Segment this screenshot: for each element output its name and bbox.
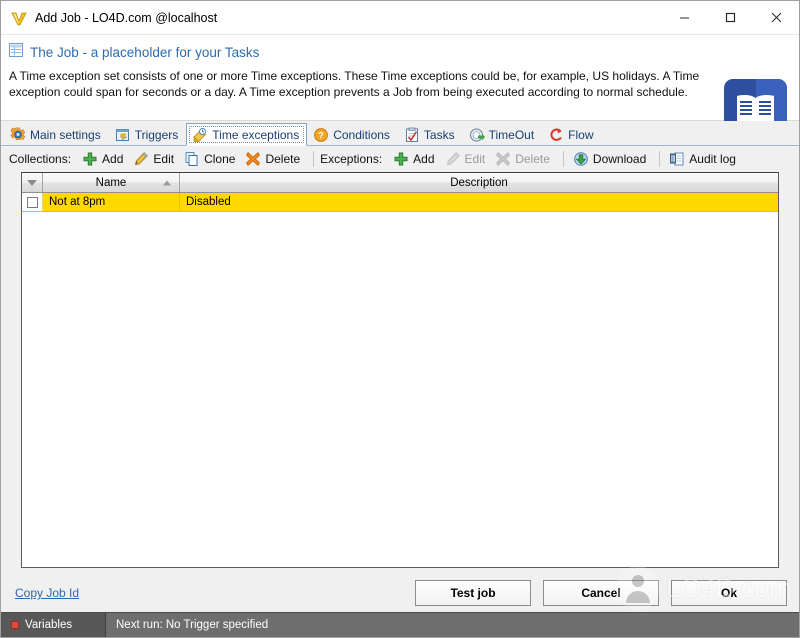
toolbar-separator xyxy=(562,151,564,167)
variables-label: Variables xyxy=(25,619,73,631)
column-label: Name xyxy=(95,176,127,189)
pencil-icon xyxy=(445,151,461,167)
maximize-button[interactable] xyxy=(707,1,753,34)
tab-label: Time exceptions xyxy=(212,127,300,142)
grid-column-filter[interactable] xyxy=(22,173,43,192)
tab-label: Tasks xyxy=(423,128,455,142)
audit-log-icon xyxy=(669,151,685,167)
audit-log-button[interactable]: Audit log xyxy=(666,149,743,169)
delete-x-icon xyxy=(495,151,511,167)
exceptions-grid: Name Description Not at 8pm Disabled xyxy=(21,172,779,568)
exceptions-edit-button[interactable]: Edit xyxy=(442,149,493,169)
grid-table-icon xyxy=(9,43,23,62)
copy-job-id-link[interactable]: Copy Job Id xyxy=(15,586,79,600)
ok-button[interactable]: Ok xyxy=(671,580,787,606)
grid-column-description[interactable]: Description xyxy=(180,173,778,192)
time-exception-icon xyxy=(192,127,208,143)
footer-buttons: Test job Cancel Ok xyxy=(415,580,787,606)
collections-label: Collections: xyxy=(9,152,72,166)
tab-triggers[interactable]: Triggers xyxy=(109,124,187,145)
toolbar-separator xyxy=(313,151,315,167)
tab-label: Main settings xyxy=(30,128,101,142)
close-button[interactable] xyxy=(753,1,799,34)
trigger-icon xyxy=(115,127,131,143)
grid-header-row: Name Description xyxy=(22,173,778,193)
collections-edit-button[interactable]: Edit xyxy=(130,149,181,169)
download-button[interactable]: Download xyxy=(570,149,653,169)
tab-strip: Main settings Triggers Time exceptions ?… xyxy=(1,121,799,146)
tab-flow[interactable]: Flow xyxy=(542,124,601,145)
header-description: A Time exception set consists of one or … xyxy=(9,69,700,99)
row-description-cell: Disabled xyxy=(186,196,231,208)
tab-timeout[interactable]: TimeOut xyxy=(463,124,543,145)
title-bar: Add Job - LO4D.com @localhost xyxy=(1,1,799,35)
toolbar-label: Audit log xyxy=(689,152,736,166)
grid-container: Name Description Not at 8pm Disabled xyxy=(1,172,799,574)
status-bar: Variables Next run: No Trigger specified xyxy=(1,612,799,637)
pencil-icon xyxy=(133,151,149,167)
collections-delete-button[interactable]: Delete xyxy=(242,149,307,169)
v-logo-icon xyxy=(9,8,29,28)
table-row[interactable]: Not at 8pm Disabled xyxy=(22,193,778,212)
filter-icon xyxy=(27,179,37,186)
row-checkbox[interactable] xyxy=(26,196,38,208)
next-run-status: Next run: No Trigger specified xyxy=(116,619,269,631)
header-banner: The Job - a placeholder for your Tasks A… xyxy=(1,35,799,141)
window-controls xyxy=(661,1,799,34)
toolbar-label: Delete xyxy=(515,152,550,166)
tab-time-exceptions[interactable]: Time exceptions xyxy=(186,123,308,146)
svg-text:?: ? xyxy=(318,131,324,141)
tab-main-settings[interactable]: Main settings xyxy=(4,124,109,145)
header-title-row: The Job - a placeholder for your Tasks xyxy=(9,43,789,62)
sort-ascending-icon xyxy=(163,180,171,185)
variables-button[interactable]: Variables xyxy=(1,613,106,637)
gear-icon xyxy=(10,127,26,143)
collections-clone-button[interactable]: Clone xyxy=(181,149,242,169)
row-checkbox-cell[interactable] xyxy=(22,193,43,211)
toolbar-label: Add xyxy=(413,152,435,166)
exceptions-label: Exceptions: xyxy=(320,152,383,166)
clipboard-check-icon xyxy=(404,127,420,143)
column-label: Description xyxy=(450,176,508,189)
download-icon xyxy=(573,151,589,167)
delete-x-icon xyxy=(245,151,261,167)
tab-tasks[interactable]: Tasks xyxy=(398,124,463,145)
toolbar-label: Delete xyxy=(265,152,301,166)
timeout-icon xyxy=(469,127,485,143)
test-job-button[interactable]: Test job xyxy=(415,580,531,606)
tab-label: TimeOut xyxy=(488,128,535,142)
toolbar-label: Edit xyxy=(464,152,486,166)
action-toolbar: Collections: Add Edit Clone Delete Excep… xyxy=(1,146,799,172)
toolbar-label: Download xyxy=(592,152,647,166)
minimize-button[interactable] xyxy=(661,1,707,34)
tab-label: Flow xyxy=(568,128,594,142)
flow-icon xyxy=(548,127,564,143)
page-title: The Job - a placeholder for your Tasks xyxy=(30,45,260,60)
toolbar-label: Add xyxy=(102,152,124,166)
cancel-button[interactable]: Cancel xyxy=(543,580,659,606)
tab-conditions[interactable]: ? Conditions xyxy=(307,124,398,145)
tab-label: Triggers xyxy=(134,128,179,142)
red-square-icon xyxy=(11,621,19,629)
plus-green-icon xyxy=(393,151,409,167)
toolbar-separator xyxy=(659,151,661,167)
exceptions-add-button[interactable]: Add xyxy=(390,149,441,169)
grid-body: Not at 8pm Disabled xyxy=(22,193,778,567)
toolbar-label: Clone xyxy=(204,152,236,166)
window-title: Add Job - LO4D.com @localhost xyxy=(35,10,218,25)
row-name-cell: Not at 8pm xyxy=(43,193,180,211)
grid-column-name[interactable]: Name xyxy=(43,173,180,192)
tab-label: Conditions xyxy=(333,128,390,142)
footer-bar: Copy Job Id Test job Cancel Ok xyxy=(1,574,799,612)
clone-icon xyxy=(184,151,200,167)
toolbar-label: Edit xyxy=(153,152,175,166)
collections-add-button[interactable]: Add xyxy=(79,149,130,169)
exceptions-delete-button[interactable]: Delete xyxy=(492,149,557,169)
question-circle-icon: ? xyxy=(313,127,329,143)
add-job-window: Add Job - LO4D.com @localhost The Job - … xyxy=(0,0,800,638)
plus-green-icon xyxy=(82,151,98,167)
